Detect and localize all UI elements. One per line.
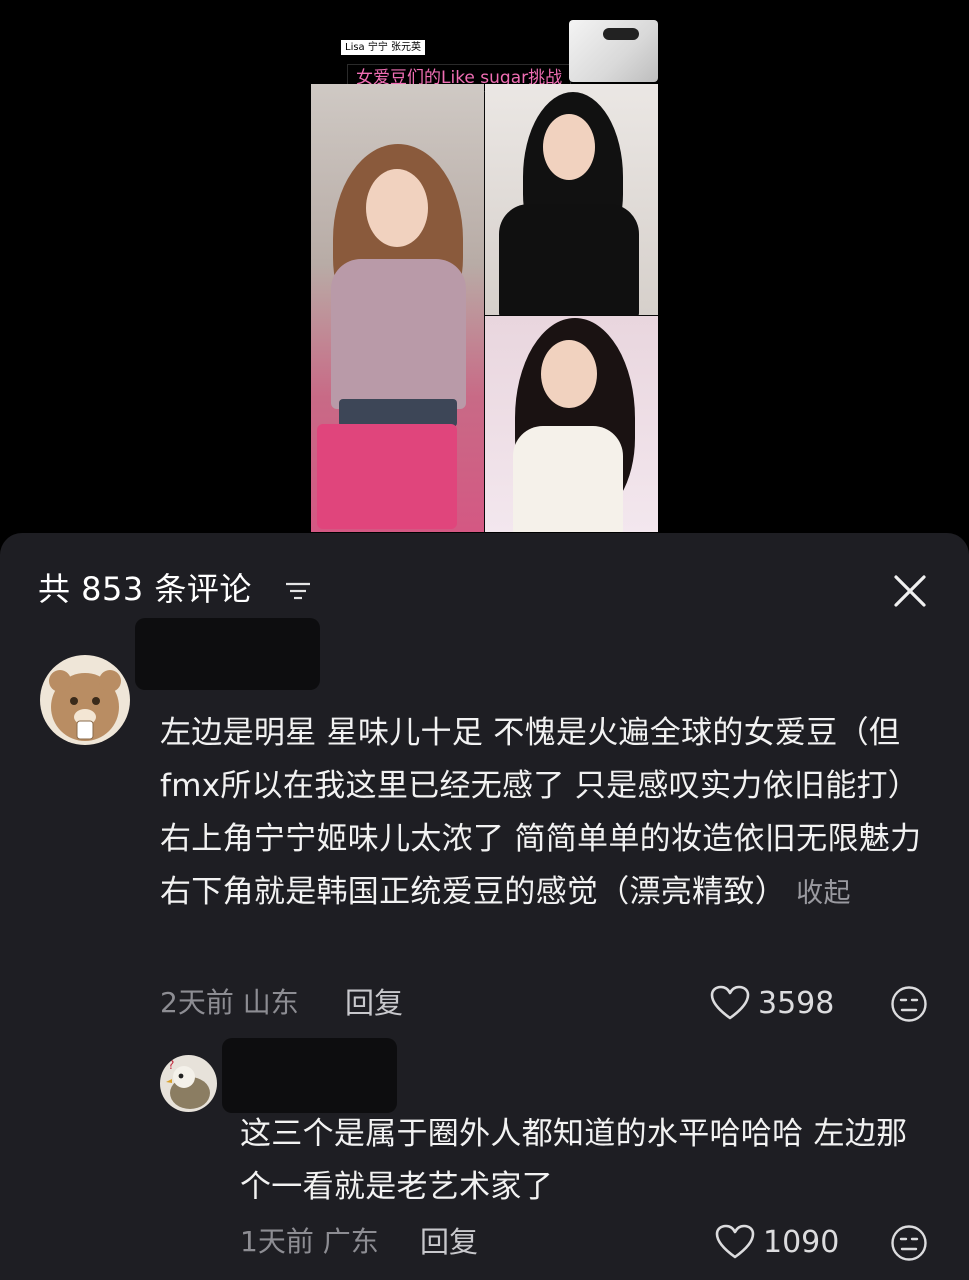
redacted-username <box>135 618 320 690</box>
comments-sheet: 共 853 条评论 左边是明星 星味儿十足 不愧是火遍全球的女爱豆（但fmx所以… <box>0 533 969 1280</box>
bird-avatar-icon: ? <box>166 1058 210 1109</box>
like-count: 1090 <box>763 1224 840 1260</box>
avatar[interactable] <box>40 655 130 745</box>
comment-text: 这三个是属于圈外人都知道的水平哈哈哈 左边那个一看就是老艺术家了 <box>240 1108 920 1214</box>
sunglasses-icon <box>603 28 639 40</box>
comments-count-title: 共 853 条评论 <box>38 570 252 608</box>
like-button[interactable]: 3598 <box>710 985 834 1021</box>
names-tag: Lisa 宁宁 张元英 <box>341 40 426 55</box>
close-icon[interactable] <box>890 571 930 611</box>
comment-meta: 2天前 山东 <box>160 985 299 1021</box>
avatar[interactable]: ? <box>160 1055 217 1112</box>
dislike-face-icon[interactable] <box>890 985 928 1023</box>
video-panel-bottom-right <box>485 316 658 532</box>
comment-location: 广东 <box>322 1225 379 1258</box>
video-panel-left <box>311 84 484 532</box>
comment-meta: 1天前 广东 <box>240 1224 379 1260</box>
collapse-link[interactable]: 收起 <box>796 878 851 909</box>
comment-time: 1天前 <box>240 1225 314 1258</box>
dislike-face-icon[interactable] <box>890 1224 928 1262</box>
heart-icon <box>715 1224 755 1259</box>
comment-body: 这三个是属于圈外人都知道的水平哈哈哈 左边那个一看就是老艺术家了 <box>240 1116 908 1205</box>
like-count: 3598 <box>758 985 835 1021</box>
sticker-image <box>569 20 658 82</box>
video-preview[interactable]: Lisa 宁宁 张元英 女爱豆们的Like sugar挑战 <box>311 20 658 532</box>
comment-location: 山东 <box>242 986 299 1019</box>
svg-text:?: ? <box>168 1058 174 1072</box>
sort-icon[interactable] <box>285 581 311 601</box>
video-panel-top-right <box>485 84 658 315</box>
redacted-username <box>222 1038 397 1113</box>
comment-time: 2天前 <box>160 986 234 1019</box>
reply-button[interactable]: 回复 <box>420 1224 478 1260</box>
like-button[interactable]: 1090 <box>715 1224 839 1260</box>
heart-icon <box>710 985 750 1020</box>
reply-button[interactable]: 回复 <box>345 985 403 1021</box>
comment-text: 左边是明星 星味儿十足 不愧是火遍全球的女爱豆（但fmx所以在我这里已经无感了 … <box>160 707 940 920</box>
bear-avatar-icon <box>49 670 121 741</box>
